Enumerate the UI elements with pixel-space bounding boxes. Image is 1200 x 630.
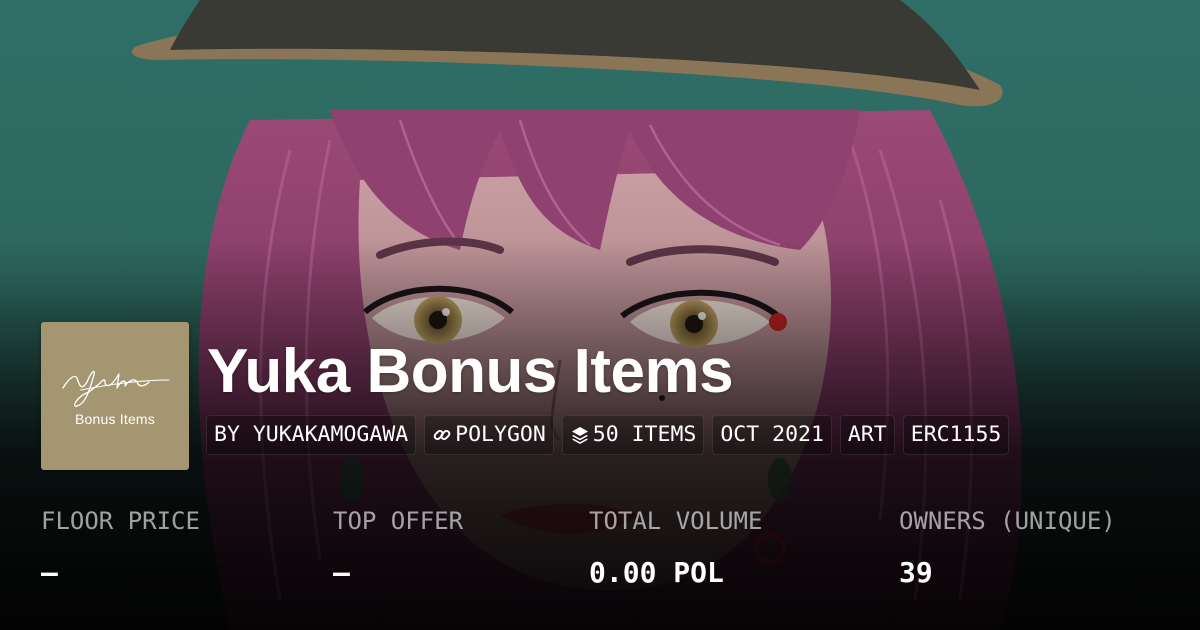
standard-tag: ERC1155 [902, 415, 1010, 455]
stat-label: OWNERS (UNIQUE) [899, 507, 1116, 535]
stat-top-offer: TOP OFFER – [333, 504, 463, 590]
stat-label: FLOOR PRICE [41, 507, 200, 535]
stat-label: TOP OFFER [333, 507, 464, 535]
category-tag[interactable]: ART [839, 415, 895, 455]
stat-total-volume: TOTAL VOLUME 0.00 POL [589, 504, 762, 590]
chain-tag[interactable]: POLYGON [424, 415, 554, 455]
stat-value: 0.00 POL [589, 556, 724, 589]
stat-value: – [333, 556, 350, 589]
items-tag[interactable]: 50 ITEMS [561, 415, 705, 455]
logo-subtitle: Bonus Items [74, 411, 155, 427]
date-label: OCT 2021 [720, 422, 824, 447]
stat-floor-price: FLOOR PRICE – [41, 504, 200, 590]
layers-icon [571, 427, 588, 444]
standard-label: ERC1155 [910, 422, 1002, 447]
creator-label: BY YUKAKAMOGAWA [214, 422, 409, 447]
creator-tag[interactable]: BY YUKAKAMOGAWA [206, 415, 417, 455]
stat-label: TOTAL VOLUME [589, 507, 763, 535]
stat-owners: OWNERS (UNIQUE) 39 [899, 504, 1116, 590]
chain-label: POLYGON [455, 422, 546, 447]
stat-value: 39 [899, 556, 933, 589]
items-count-label: 50 ITEMS [592, 422, 697, 447]
category-label: ART [847, 422, 887, 447]
collection-logo: Bonus Items [41, 322, 189, 470]
stat-value: – [41, 556, 58, 589]
yuka-signature-logo [62, 370, 170, 407]
link-icon [433, 429, 451, 441]
collection-tags: BY YUKAKAMOGAWA POLYGON 50 ITEMS OCT 202… [206, 415, 1010, 455]
collection-title: Yuka Bonus Items [207, 337, 734, 406]
date-tag: OCT 2021 [712, 415, 832, 455]
